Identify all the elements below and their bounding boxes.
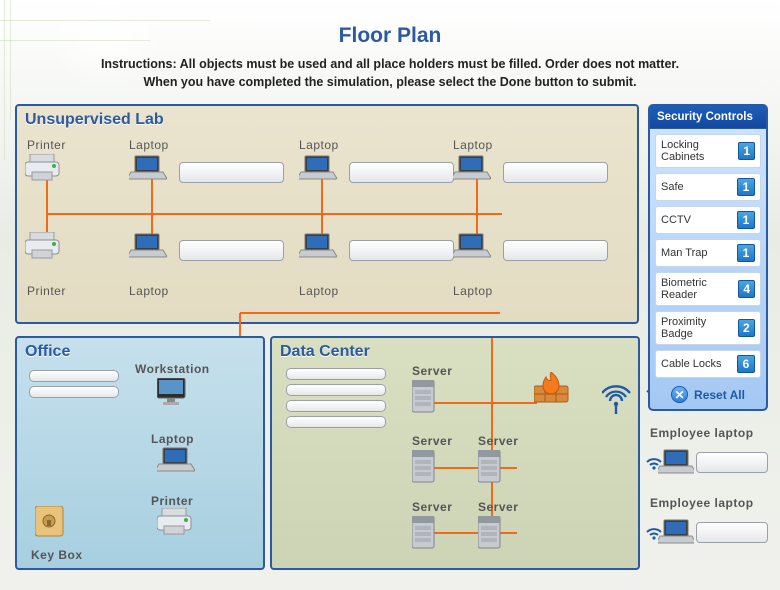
panel-title-office: Office	[25, 343, 70, 361]
drop-slot[interactable]	[286, 416, 386, 428]
control-label: CCTV	[661, 214, 691, 226]
label-server: Server	[412, 434, 452, 448]
label-laptop: Laptop	[299, 138, 339, 152]
drop-slot[interactable]	[503, 240, 608, 261]
panel-unsupervised-lab: Unsupervised Lab Printer Laptop Laptop L…	[15, 104, 639, 324]
count-badge: 4	[738, 280, 755, 298]
drop-slot[interactable]	[29, 386, 119, 398]
laptop-icon[interactable]	[453, 232, 497, 262]
count-badge: 1	[737, 244, 755, 262]
drop-slot[interactable]	[349, 240, 454, 261]
instructions: Instructions: All objects must be used a…	[18, 56, 762, 91]
server-icon[interactable]	[412, 380, 438, 416]
printer-icon[interactable]	[157, 508, 199, 540]
close-icon: ✕	[671, 386, 688, 403]
laptop-icon[interactable]	[453, 154, 497, 184]
control-label: Proximity Badge	[661, 316, 738, 340]
count-badge: 1	[737, 178, 755, 196]
instructions-line2: When you have completed the simulation, …	[18, 74, 762, 92]
control-label: Biometric Reader	[661, 277, 738, 301]
security-controls-sidebar: Security Controls Locking Cabinets1 Safe…	[648, 104, 768, 411]
drop-slot[interactable]	[696, 452, 768, 473]
label-employee-laptop: Employee laptop	[650, 426, 770, 440]
label-laptop: Laptop	[129, 138, 169, 152]
drop-slot[interactable]	[179, 240, 284, 261]
label-laptop: Laptop	[453, 284, 493, 298]
employee-laptop-block: Employee laptop	[650, 426, 770, 478]
label-laptop: Laptop	[299, 284, 339, 298]
control-safe[interactable]: Safe 1	[655, 173, 761, 201]
laptop-icon[interactable]	[129, 232, 173, 262]
label-workstation: Workstation	[135, 362, 210, 376]
control-cctv[interactable]: CCTV 1	[655, 206, 761, 234]
label-printer: Printer	[27, 138, 66, 152]
panel-datacenter: Data Center Server Server Server Server …	[270, 336, 640, 570]
printer-icon[interactable]	[25, 154, 69, 188]
laptop-icon[interactable]	[299, 232, 343, 262]
label-employee-laptop: Employee laptop	[650, 496, 770, 510]
control-man-trap[interactable]: Man Trap 1	[655, 239, 761, 267]
laptop-icon[interactable]	[299, 154, 343, 184]
instructions-line1: Instructions: All objects must be used a…	[18, 56, 762, 74]
label-server: Server	[478, 500, 518, 514]
drop-slot[interactable]	[29, 370, 119, 382]
drop-slot[interactable]	[286, 400, 386, 412]
sidebar-header: Security Controls	[650, 106, 766, 129]
drop-slot[interactable]	[696, 522, 768, 543]
laptop-icon[interactable]	[658, 518, 694, 544]
employee-laptop-block: Employee laptop	[650, 496, 770, 548]
count-badge: 6	[737, 355, 755, 373]
label-keybox: Key Box	[31, 548, 83, 562]
control-biometric-reader[interactable]: Biometric Reader4	[655, 272, 761, 306]
count-badge: 2	[738, 319, 755, 337]
wifi-ap-icon[interactable]	[602, 382, 634, 416]
drop-slot[interactable]	[179, 162, 284, 183]
server-icon[interactable]	[412, 450, 438, 486]
server-icon[interactable]	[412, 516, 438, 552]
control-label: Man Trap	[661, 247, 707, 259]
label-laptop: Laptop	[453, 138, 493, 152]
label-printer: Printer	[27, 284, 66, 298]
label-laptop: Laptop	[151, 432, 194, 446]
control-label: Locking Cabinets	[661, 139, 738, 163]
laptop-icon[interactable]	[157, 446, 197, 474]
drop-slot[interactable]	[286, 368, 386, 380]
panel-office: Office Workstation Laptop Printer Key Bo…	[15, 336, 265, 570]
laptop-icon[interactable]	[129, 154, 173, 184]
drop-slot[interactable]	[349, 162, 454, 183]
label-server: Server	[478, 434, 518, 448]
keybox-icon[interactable]	[35, 506, 69, 540]
laptop-icon[interactable]	[658, 448, 694, 474]
label-server: Server	[412, 500, 452, 514]
control-locking-cabinets[interactable]: Locking Cabinets1	[655, 134, 761, 168]
label-server: Server	[412, 364, 452, 378]
label-laptop: Laptop	[129, 284, 169, 298]
server-icon[interactable]	[478, 516, 504, 552]
label-printer: Printer	[151, 494, 193, 508]
firewall-icon[interactable]	[534, 372, 574, 408]
printer-icon[interactable]	[25, 232, 69, 266]
count-badge: 1	[738, 142, 755, 160]
page-title: Floor Plan	[0, 24, 780, 48]
drop-slot[interactable]	[286, 384, 386, 396]
control-cable-locks[interactable]: Cable Locks 6	[655, 350, 761, 378]
control-proximity-badge[interactable]: Proximity Badge2	[655, 311, 761, 345]
control-label: Safe	[661, 181, 684, 193]
server-icon[interactable]	[478, 450, 504, 486]
drop-slot[interactable]	[503, 162, 608, 183]
monitor-icon[interactable]	[157, 378, 191, 408]
reset-all-button[interactable]: ✕ Reset All	[658, 386, 758, 403]
control-label: Cable Locks	[661, 358, 722, 370]
count-badge: 1	[737, 211, 755, 229]
reset-label: Reset All	[694, 388, 745, 402]
